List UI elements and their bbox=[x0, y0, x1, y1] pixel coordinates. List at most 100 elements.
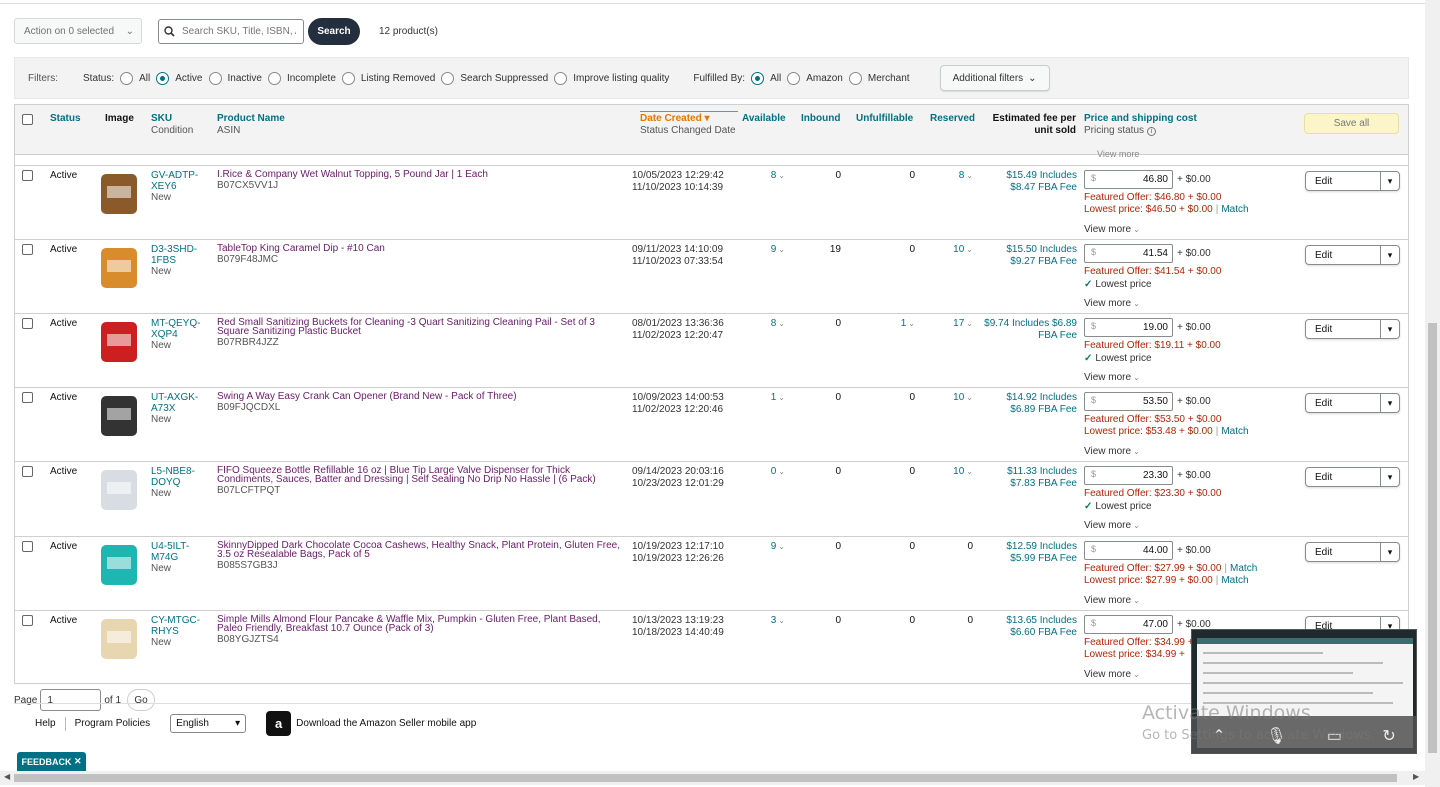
product-image[interactable] bbox=[95, 318, 143, 366]
match-link[interactable]: Match bbox=[1230, 563, 1257, 574]
product-image[interactable] bbox=[95, 615, 143, 663]
additional-filters-button[interactable]: Additional filters ⌄ bbox=[939, 65, 1050, 91]
available-dropdown[interactable]: 9 ⌄ bbox=[755, 541, 785, 552]
price-input[interactable]: $53.50 bbox=[1084, 392, 1173, 411]
radio-icon[interactable] bbox=[341, 71, 355, 85]
status-radio-all[interactable]: All bbox=[120, 71, 150, 85]
radio-icon[interactable] bbox=[848, 71, 862, 85]
chevron-down-icon[interactable]: ▾ bbox=[1380, 320, 1399, 338]
chevron-down-icon[interactable]: ▾ bbox=[1380, 468, 1399, 486]
edit-button[interactable]: Edit ▾ bbox=[1305, 393, 1400, 413]
status-radio-active[interactable]: Active bbox=[156, 71, 203, 85]
horizontal-scrollbar[interactable]: ◀ ▶ bbox=[0, 771, 1425, 785]
vertical-scrollbar[interactable] bbox=[1425, 0, 1440, 787]
product-name-link[interactable]: TableTop King Caramel Dip - #10 Can bbox=[217, 244, 625, 254]
download-app-link[interactable]: Download the Amazon Seller mobile app bbox=[296, 718, 476, 729]
price-input[interactable]: $46.80 bbox=[1084, 170, 1173, 189]
view-more-link[interactable]: View more ⌄ bbox=[1084, 446, 1140, 457]
col-date-created[interactable]: Date Created ▾ bbox=[640, 113, 738, 125]
status-radio-listing-removed[interactable]: Listing Removed bbox=[341, 71, 435, 85]
edit-button[interactable]: Edit ▾ bbox=[1305, 467, 1400, 487]
fulfilled-radio-all[interactable]: All bbox=[751, 71, 781, 85]
product-image[interactable] bbox=[95, 392, 143, 440]
radio-icon[interactable] bbox=[156, 71, 170, 85]
available-dropdown[interactable]: 8 ⌄ bbox=[755, 170, 785, 181]
sku-link[interactable]: L5-NBE8-DOYQ bbox=[151, 466, 211, 488]
save-all-button[interactable]: Save all bbox=[1304, 113, 1399, 134]
col-price[interactable]: Price and shipping cost bbox=[1084, 113, 1197, 125]
status-radio-improve-listing-quality[interactable]: Improve listing quality bbox=[554, 71, 669, 85]
product-image[interactable] bbox=[95, 170, 143, 218]
fee-cell[interactable]: $14.92 Includes $6.89 FBA Fee bbox=[977, 392, 1077, 416]
radio-icon[interactable] bbox=[208, 71, 222, 85]
scrollbar-thumb[interactable] bbox=[1428, 323, 1437, 753]
sku-link[interactable]: GV-ADTP-XEY6 bbox=[151, 170, 211, 192]
available-dropdown[interactable]: 9 ⌄ bbox=[755, 244, 785, 255]
col-reserved[interactable]: Reserved bbox=[930, 113, 975, 125]
product-image[interactable] bbox=[95, 244, 143, 292]
row-checkbox[interactable] bbox=[22, 392, 33, 403]
chevron-down-icon[interactable]: ▾ bbox=[1380, 543, 1399, 561]
row-checkbox[interactable] bbox=[22, 466, 33, 477]
search-box[interactable] bbox=[158, 18, 304, 44]
match-link[interactable]: Match bbox=[1221, 575, 1248, 586]
view-more-link[interactable]: View more ⌄ bbox=[1084, 224, 1140, 235]
view-more-link[interactable]: View more ⌄ bbox=[1084, 595, 1140, 606]
select-all-checkbox[interactable] bbox=[22, 114, 33, 125]
product-name-link[interactable]: SkinnyDipped Dark Chocolate Cocoa Cashew… bbox=[217, 541, 625, 560]
view-more-link[interactable]: View more bbox=[1097, 149, 1139, 159]
refresh-icon[interactable]: ↻ bbox=[1382, 726, 1395, 746]
status-radio-search-suppressed[interactable]: Search Suppressed bbox=[441, 71, 548, 85]
available-dropdown[interactable]: 0 ⌄ bbox=[755, 466, 785, 477]
fee-cell[interactable]: $15.49 Includes $8.47 FBA Fee bbox=[977, 170, 1077, 194]
edit-button[interactable]: Edit ▾ bbox=[1305, 542, 1400, 562]
bulk-action-dropdown[interactable]: Action on 0 selected ⌄ bbox=[14, 18, 142, 44]
sku-link[interactable]: D3-3SHD-1FBS bbox=[151, 244, 211, 266]
price-input[interactable]: $47.00 bbox=[1084, 615, 1173, 634]
sku-link[interactable]: CY-MTGC-RHYS bbox=[151, 615, 211, 637]
close-icon[interactable]: ✕ bbox=[74, 756, 82, 767]
status-radio-inactive[interactable]: Inactive bbox=[208, 71, 262, 85]
match-link[interactable]: Match bbox=[1221, 204, 1248, 215]
fee-cell[interactable]: $13.65 Includes $6.60 FBA Fee bbox=[977, 615, 1077, 639]
edit-button[interactable]: Edit ▾ bbox=[1305, 171, 1400, 191]
scroll-left-icon[interactable]: ◀ bbox=[4, 772, 10, 781]
edit-button[interactable]: Edit ▾ bbox=[1305, 319, 1400, 339]
product-name-link[interactable]: FIFO Squeeze Bottle Refillable 16 oz | B… bbox=[217, 466, 625, 485]
fee-cell[interactable]: $11.33 Includes $7.83 FBA Fee bbox=[977, 466, 1077, 490]
view-more-link[interactable]: View more ⌄ bbox=[1084, 298, 1140, 309]
fee-cell[interactable]: $12.59 Includes $5.99 FBA Fee bbox=[977, 541, 1077, 565]
chevron-down-icon[interactable]: ▾ bbox=[1380, 394, 1399, 412]
radio-icon[interactable] bbox=[441, 71, 455, 85]
chevron-down-icon[interactable]: ▾ bbox=[1380, 172, 1399, 190]
col-unfulfillable[interactable]: Unfulfillable bbox=[856, 113, 913, 125]
help-link[interactable]: Help bbox=[35, 718, 56, 729]
available-dropdown[interactable]: 1 ⌄ bbox=[755, 392, 785, 403]
price-input[interactable]: $41.54 bbox=[1084, 244, 1173, 263]
product-image[interactable] bbox=[95, 541, 143, 589]
search-button[interactable]: Search bbox=[308, 17, 360, 45]
edit-button[interactable]: Edit ▾ bbox=[1305, 245, 1400, 265]
row-checkbox[interactable] bbox=[22, 244, 33, 255]
sku-link[interactable]: UT-AXGK-A73X bbox=[151, 392, 211, 414]
sku-link[interactable]: U4-5ILT-M74G bbox=[151, 541, 211, 563]
view-more-link[interactable]: View more ⌄ bbox=[1084, 669, 1140, 680]
reserved-value[interactable]: 10 ⌄ bbox=[935, 244, 973, 255]
fulfilled-radio-merchant[interactable]: Merchant bbox=[848, 71, 910, 85]
radio-icon[interactable] bbox=[120, 71, 134, 85]
reserved-value[interactable]: 8 ⌄ bbox=[935, 170, 973, 181]
available-dropdown[interactable]: 3 ⌄ bbox=[755, 615, 785, 626]
fee-cell[interactable]: $9.74 Includes $6.89 FBA Fee bbox=[977, 318, 1077, 342]
scrollbar-thumb[interactable] bbox=[14, 774, 1397, 782]
col-available[interactable]: Available bbox=[742, 113, 786, 125]
reserved-value[interactable]: 10 ⌄ bbox=[935, 392, 973, 403]
price-input[interactable]: $44.00 bbox=[1084, 541, 1173, 560]
col-inbound[interactable]: Inbound bbox=[801, 113, 840, 125]
col-sku[interactable]: SKU bbox=[151, 113, 193, 125]
language-select[interactable]: English ▾ bbox=[170, 714, 247, 733]
col-status[interactable]: Status bbox=[50, 113, 81, 125]
fulfilled-radio-amazon[interactable]: Amazon bbox=[787, 71, 843, 85]
unfulfillable-value[interactable]: 1 ⌄ bbox=[875, 318, 915, 329]
available-dropdown[interactable]: 8 ⌄ bbox=[755, 318, 785, 329]
radio-icon[interactable] bbox=[787, 71, 801, 85]
